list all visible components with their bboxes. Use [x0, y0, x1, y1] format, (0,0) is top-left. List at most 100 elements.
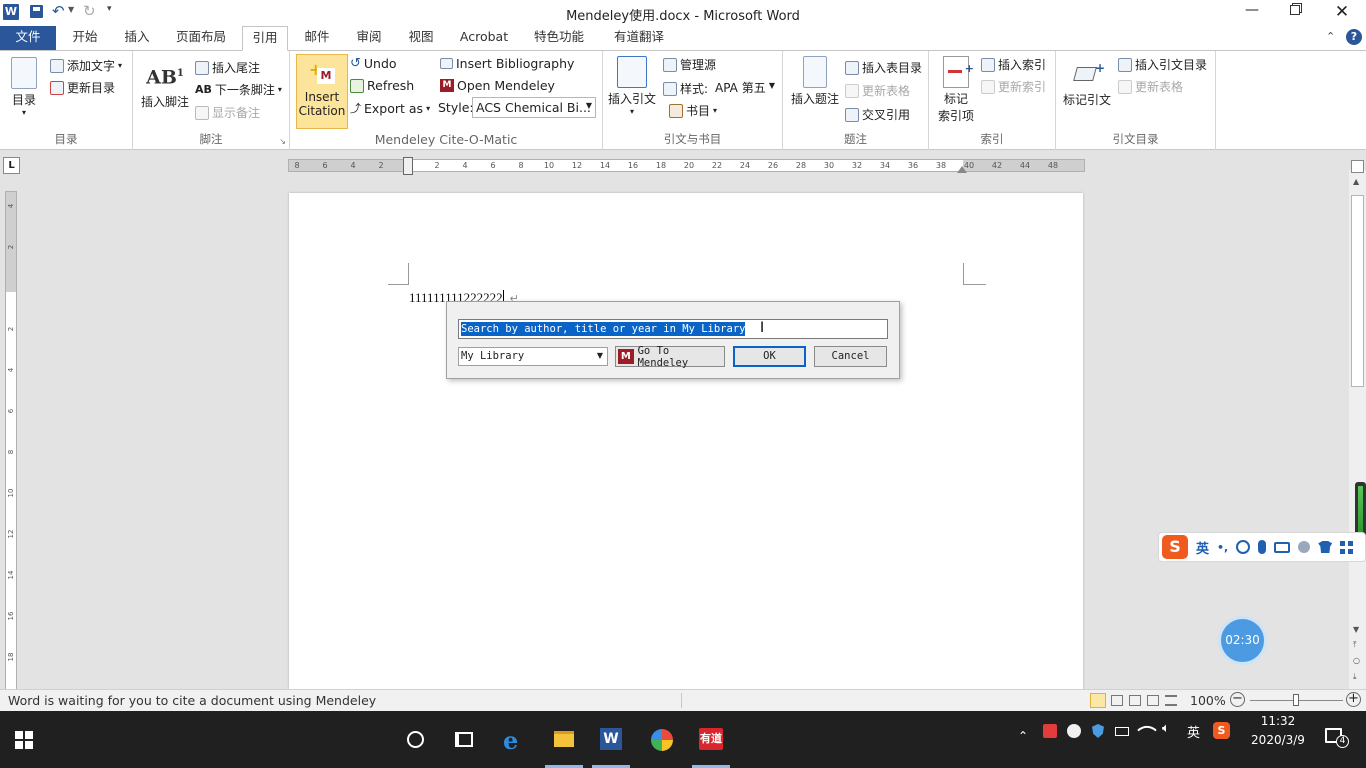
toc-button[interactable]: 目录 ▾: [6, 57, 42, 117]
save-icon[interactable]: [30, 5, 43, 18]
previous-page-icon[interactable]: ⤒: [1353, 640, 1357, 650]
cn-style-select[interactable]: APA 第五 ▼: [713, 77, 777, 97]
update-table-button[interactable]: 更新表格: [845, 82, 910, 99]
sogou-tray-icon[interactable]: S: [1213, 722, 1230, 739]
volume-icon[interactable]: 🔈︎: [1162, 721, 1170, 736]
skin-icon[interactable]: [1318, 541, 1333, 553]
edge-icon[interactable]: e: [503, 726, 518, 755]
update-toc-button[interactable]: 更新目录: [50, 79, 115, 96]
insert-footnote-button[interactable]: AB1 插入脚注: [137, 59, 193, 110]
bibliography-button[interactable]: 书目 ▾: [669, 102, 717, 119]
user-icon[interactable]: [1298, 541, 1311, 553]
battery-icon[interactable]: [1115, 727, 1129, 736]
cancel-button[interactable]: Cancel: [814, 346, 887, 367]
undo-icon[interactable]: ↶: [52, 2, 65, 20]
footnotes-launcher-icon[interactable]: ↘: [279, 137, 286, 146]
scroll-thumb[interactable]: [1351, 195, 1364, 387]
emoji-icon[interactable]: [1236, 540, 1251, 554]
keyboard-icon[interactable]: [1274, 541, 1291, 553]
toolbox-icon[interactable]: [1340, 540, 1354, 554]
ruler-toggle-icon[interactable]: [1351, 160, 1364, 173]
microphone-icon[interactable]: [1258, 540, 1267, 554]
restore-button[interactable]: [1278, 4, 1312, 18]
insert-citation-cn-button[interactable]: 插入引文 ▾: [607, 56, 657, 116]
help-icon[interactable]: ?: [1346, 29, 1362, 45]
open-mendeley-button[interactable]: M Open Mendeley: [440, 78, 555, 93]
web-layout-view-icon[interactable]: [1129, 695, 1141, 706]
file-explorer-icon[interactable]: [554, 731, 574, 747]
scroll-down-icon[interactable]: ▼: [1353, 625, 1359, 634]
ok-button[interactable]: OK: [733, 346, 806, 367]
shield-icon[interactable]: [1092, 724, 1104, 738]
mendeley-refresh-button[interactable]: Refresh: [350, 78, 414, 93]
show-notes-button[interactable]: 显示备注: [195, 104, 260, 121]
minimize-button[interactable]: —: [1232, 2, 1272, 18]
indent-marker-icon[interactable]: [403, 157, 413, 175]
customize-qat-icon[interactable]: ▾: [107, 4, 112, 14]
zoom-slider[interactable]: [1250, 694, 1343, 706]
tab-8[interactable]: Acrobat: [450, 26, 518, 50]
insert-citation-button[interactable]: + M Insert Citation: [296, 54, 348, 129]
zoom-slider-thumb[interactable]: [1293, 694, 1299, 706]
go-to-mendeley-button[interactable]: M Go To Mendeley: [615, 345, 725, 369]
zoom-out-icon[interactable]: −: [1230, 692, 1245, 707]
tab-6[interactable]: 审阅: [346, 26, 392, 50]
mark-entry-button[interactable]: + 标记 索引项: [935, 56, 977, 124]
zoom-level[interactable]: 100%: [1190, 693, 1226, 708]
library-select[interactable]: My Library ▼: [458, 347, 608, 366]
browse-object-icon[interactable]: ○: [1353, 656, 1360, 665]
ime-punct-toggle[interactable]: •,: [1217, 541, 1228, 554]
tab-10[interactable]: 有道翻译: [604, 26, 674, 50]
tab-9[interactable]: 特色功能: [524, 26, 594, 50]
tab-2[interactable]: 插入: [114, 26, 160, 50]
redo-icon[interactable]: ↻: [83, 2, 96, 20]
vertical-ruler[interactable]: 4 2 2 4 6 8 10 12 14 16 18: [5, 191, 17, 690]
tray-app-icon-1[interactable]: [1043, 724, 1057, 738]
citation-style-select[interactable]: ACS Chemical Bi... ▼: [472, 97, 596, 118]
start-button[interactable]: [15, 731, 33, 749]
insert-toa-button[interactable]: 插入引文目录: [1118, 56, 1207, 73]
outline-view-icon[interactable]: [1147, 695, 1159, 706]
clock-date[interactable]: 2020/3/9: [1246, 733, 1310, 747]
document-page[interactable]: 111111111222222 ↵: [289, 193, 1083, 690]
ime-lang-toggle[interactable]: 英: [1196, 538, 1209, 557]
pinwheel-app-icon[interactable]: [651, 729, 673, 751]
input-lang-indicator[interactable]: 英: [1187, 722, 1200, 741]
search-input[interactable]: Search by author, title or year in My Li…: [458, 319, 888, 339]
draft-view-icon[interactable]: [1165, 695, 1177, 706]
next-page-icon[interactable]: ⤓: [1353, 672, 1357, 682]
scroll-up-icon[interactable]: ▲: [1353, 177, 1359, 186]
word-app-icon[interactable]: W: [3, 4, 19, 20]
tab-stop-selector-icon[interactable]: L: [3, 157, 20, 174]
zoom-in-icon[interactable]: +: [1346, 692, 1361, 707]
timer-bubble[interactable]: 02:30: [1218, 616, 1267, 665]
manage-sources-button[interactable]: 管理源: [663, 56, 716, 73]
horizontal-ruler[interactable]: 8 6 4 2 2 4 6 8 10 12 14 16 18 20 22 24 26 28 30 32 34 36 38 40…: [288, 157, 1085, 175]
tab-0[interactable]: 文件: [0, 26, 56, 50]
tab-7[interactable]: 视图: [398, 26, 444, 50]
mark-citation-button[interactable]: + 标记引文: [1058, 59, 1116, 108]
insert-index-button[interactable]: 插入索引: [981, 56, 1046, 73]
search-icon[interactable]: [407, 731, 424, 748]
update-toa-button[interactable]: 更新表格: [1118, 78, 1183, 95]
next-footnote-button[interactable]: AB 下一条脚注 ▾: [195, 81, 282, 98]
print-layout-view-icon[interactable]: [1090, 693, 1106, 708]
tab-5[interactable]: 邮件: [294, 26, 340, 50]
add-text-button[interactable]: 添加文字 ▾: [50, 57, 122, 74]
tray-app-icon-2[interactable]: [1067, 724, 1081, 738]
sogou-logo-icon[interactable]: S: [1162, 535, 1188, 559]
undo-dropdown-icon[interactable]: ▼: [68, 5, 74, 14]
wifi-icon[interactable]: [1137, 720, 1157, 740]
youdao-icon[interactable]: 有道: [699, 728, 723, 750]
update-index-button[interactable]: 更新索引: [981, 78, 1046, 95]
task-view-icon[interactable]: [455, 732, 473, 747]
insert-bibliography-button[interactable]: Insert Bibliography: [440, 56, 574, 71]
mendeley-undo-button[interactable]: ↺ Undo: [350, 56, 397, 71]
cross-reference-button[interactable]: 交叉引用: [845, 106, 910, 123]
vertical-scrollbar[interactable]: ▲ ▼ ⤒ ○ ⤓: [1349, 160, 1366, 690]
collapse-ribbon-icon[interactable]: ⌃: [1326, 30, 1335, 43]
tray-overflow-icon[interactable]: ⌃: [1018, 729, 1028, 743]
tab-4[interactable]: 引用: [242, 26, 288, 51]
export-as-button[interactable]: ⤴ Export as ▾: [350, 100, 430, 116]
insert-endnote-button[interactable]: 插入尾注: [195, 59, 260, 76]
